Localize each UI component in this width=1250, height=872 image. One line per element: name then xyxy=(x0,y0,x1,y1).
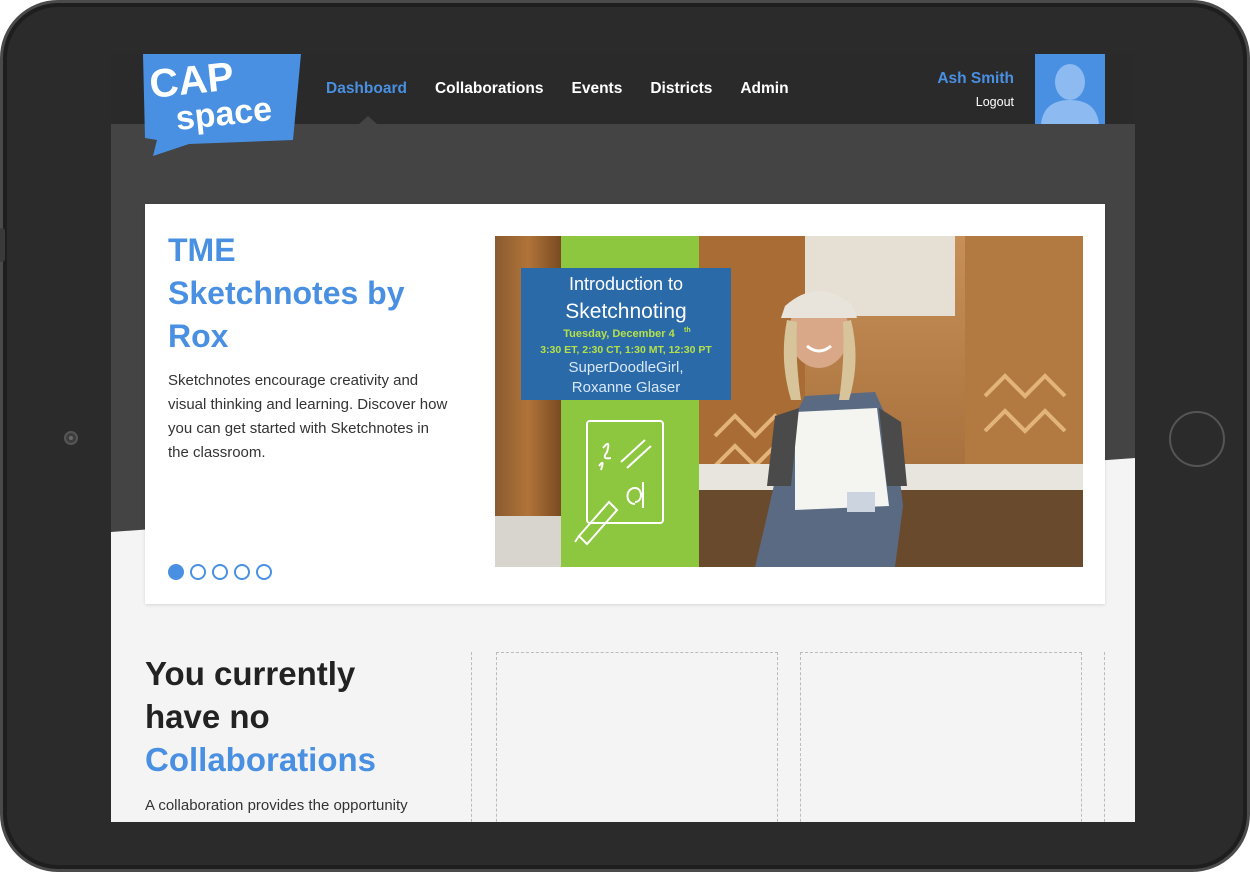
featured-carousel: TME Sketchnotes by Rox Sketchnotes encou… xyxy=(145,204,1105,604)
carousel-title[interactable]: TME Sketchnotes by Rox xyxy=(168,229,468,358)
carousel-dot-5[interactable] xyxy=(256,564,272,580)
collaboration-placeholder-card xyxy=(496,652,778,822)
top-header: CAP space Dashboard Collaborations Event… xyxy=(111,54,1135,156)
carousel-title-line: Sketchnotes by xyxy=(168,275,405,311)
empty-heading-line: You currently xyxy=(145,655,356,692)
nav-events[interactable]: Events xyxy=(571,80,622,98)
nav-districts[interactable]: Districts xyxy=(650,80,712,98)
user-silhouette-icon xyxy=(1041,64,1099,124)
avatar[interactable] xyxy=(1035,54,1105,124)
carousel-dot-2[interactable] xyxy=(190,564,206,580)
empty-heading-highlight: Collaborations xyxy=(145,741,377,778)
nav-admin[interactable]: Admin xyxy=(740,80,788,98)
nav-collaborations[interactable]: Collaborations xyxy=(435,80,544,98)
capspace-logo[interactable]: CAP space xyxy=(143,54,303,156)
carousel-title-line: Rox xyxy=(168,318,229,354)
event-promo-image[interactable]: Introduction to Sketchnoting Tuesday, De… xyxy=(495,236,1083,567)
carousel-title-line: TME xyxy=(168,232,236,268)
collaboration-placeholder-card xyxy=(800,652,1082,822)
carousel-pagination xyxy=(168,564,272,580)
app-screen: CAP space Dashboard Collaborations Event… xyxy=(111,54,1135,822)
nav-dashboard[interactable]: Dashboard xyxy=(326,80,407,98)
promo-times: 3:30 ET, 2:30 CT, 1:30 MT, 12:30 PT xyxy=(540,344,712,356)
promo-presenter-1: SuperDoodleGirl, xyxy=(568,359,683,376)
empty-heading-line: have no xyxy=(145,698,270,735)
empty-collaborations-description: A collaboration provides the opportunity xyxy=(145,797,408,814)
promo-date: Tuesday, December 4 xyxy=(563,328,675,340)
user-name-link[interactable]: Ash Smith xyxy=(937,70,1014,88)
main-nav: Dashboard Collaborations Events District… xyxy=(326,54,789,124)
carousel-description: Sketchnotes encourage creativity and vis… xyxy=(168,372,448,461)
empty-collaborations-heading: You currently have no Collaborations xyxy=(145,652,465,781)
section-divider xyxy=(471,652,472,822)
promo-presenter-2: Roxanne Glaser xyxy=(572,379,680,396)
active-nav-indicator xyxy=(359,116,377,124)
promo-date-suffix: th xyxy=(684,327,691,334)
carousel-dot-1[interactable] xyxy=(168,564,184,580)
camera-icon xyxy=(64,431,78,445)
promo-heading-1: Introduction to xyxy=(569,274,683,294)
logout-link[interactable]: Logout xyxy=(976,95,1014,109)
volume-button xyxy=(0,228,5,262)
section-divider xyxy=(1104,652,1105,822)
promo-heading-2: Sketchnoting xyxy=(565,300,686,323)
home-button[interactable] xyxy=(1169,411,1225,467)
carousel-dot-3[interactable] xyxy=(212,564,228,580)
carousel-dot-4[interactable] xyxy=(234,564,250,580)
